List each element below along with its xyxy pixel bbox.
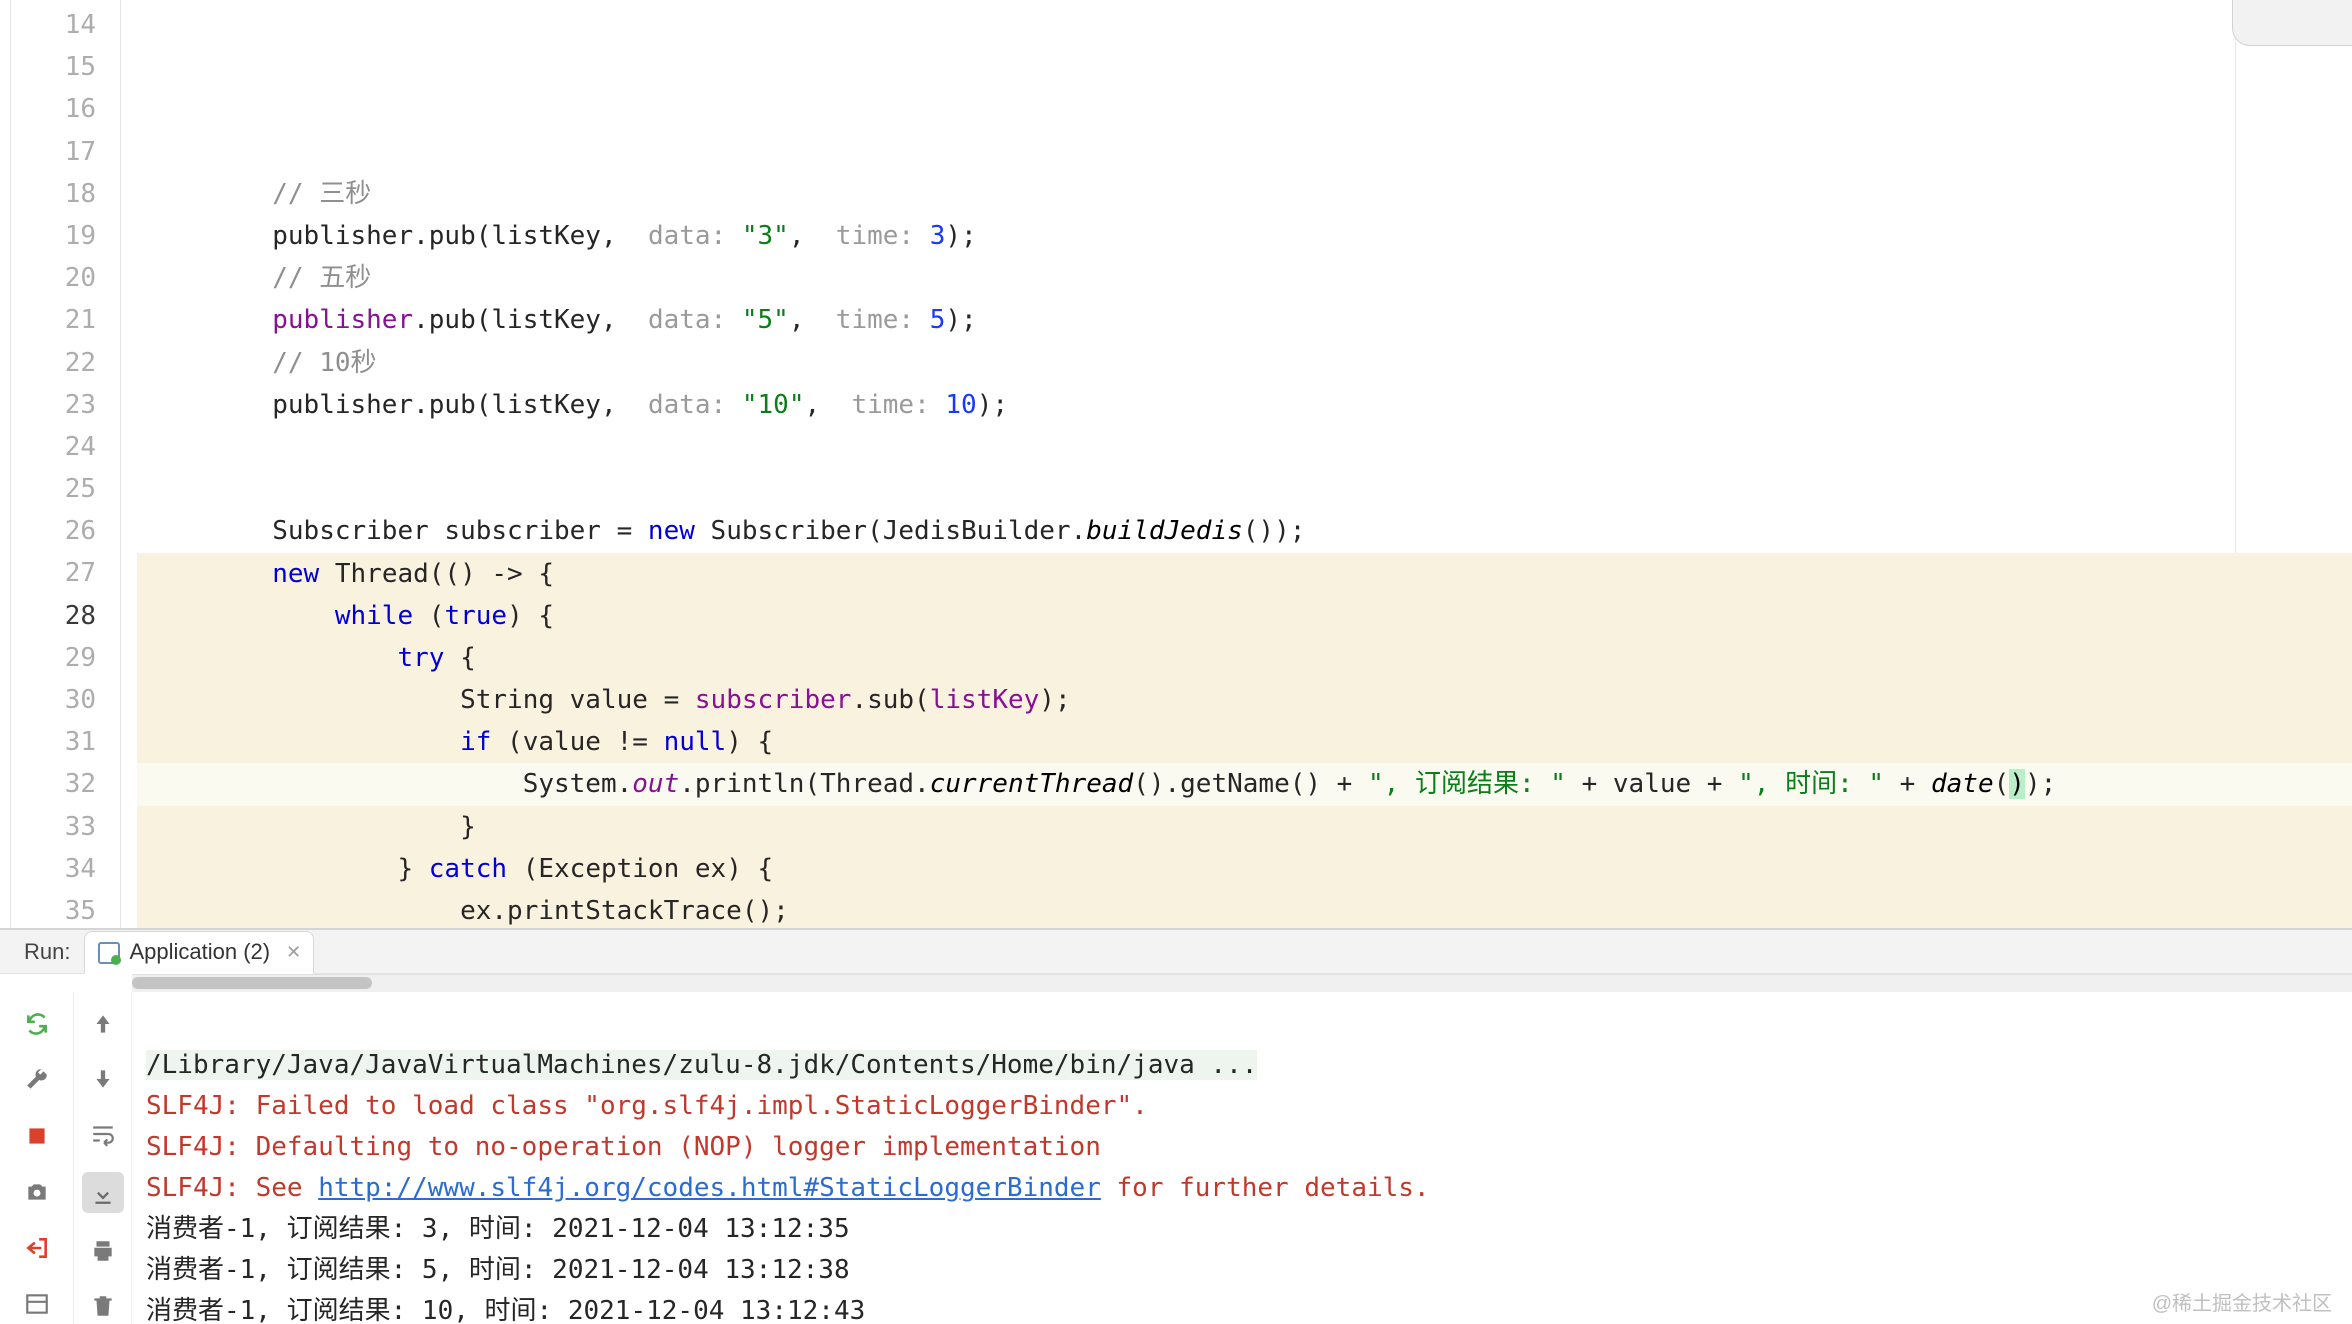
run-secondary-toolbar (74, 992, 132, 1324)
code-line[interactable]: while (true) { (137, 595, 2352, 637)
run-tab-title: Application (2) (129, 939, 270, 965)
console-stderr-line: SLF4J: Defaulting to no-operation (NOP) … (146, 1132, 1101, 1162)
up-arrow-icon[interactable] (85, 1006, 121, 1041)
console-output[interactable]: /Library/Java/JavaVirtualMachines/zulu-8… (132, 992, 2352, 1324)
line-number-gutter[interactable]: 1415161718192021222324252627282930313233… (11, 0, 121, 928)
code-line[interactable]: publisher.pub(listKey, data: "5", time: … (137, 299, 2352, 341)
rerun-icon[interactable] (19, 1006, 55, 1042)
code-line[interactable]: } catch (Exception ex) { (137, 848, 2352, 890)
camera-icon[interactable] (19, 1174, 55, 1210)
application-icon (97, 941, 119, 963)
console-stdout-line: 消费者-1, 订阅结果: 5, 时间: 2021-12-04 13:12:38 (146, 1255, 850, 1285)
console-stdout-line: 消费者-1, 订阅结果: 10, 时间: 2021-12-04 13:12:43 (146, 1296, 865, 1324)
soft-wrap-icon[interactable] (85, 1117, 121, 1152)
stop-icon[interactable] (19, 1118, 55, 1154)
code-line[interactable]: String value = subscriber.sub(listKey); (137, 679, 2352, 721)
fold-gutter[interactable] (121, 0, 137, 928)
code-line[interactable]: publisher.pub(listKey, data: "10", time:… (137, 384, 2352, 426)
layout-icon[interactable] (19, 1286, 55, 1322)
code-line[interactable]: try { (137, 637, 2352, 679)
code-line[interactable]: ex.printStackTrace(); (137, 890, 2352, 928)
code-area[interactable]: // 三秒 publisher.pub(listKey, data: "3", … (137, 0, 2352, 928)
console-command-line: /Library/Java/JavaVirtualMachines/zulu-8… (146, 1050, 1257, 1080)
code-line[interactable]: new Thread(() -> { (137, 553, 2352, 595)
code-line[interactable]: if (value != null) { (137, 721, 2352, 763)
watermark-text: @稀土掘金技术社区 (2152, 1287, 2332, 1316)
code-line[interactable]: // 10秒 (137, 342, 2352, 384)
code-line[interactable] (137, 468, 2352, 510)
run-primary-toolbar (0, 992, 74, 1324)
exit-icon[interactable] (19, 1230, 55, 1266)
down-arrow-icon[interactable] (85, 1061, 121, 1096)
trash-icon[interactable] (85, 1289, 121, 1324)
floating-tool-window-tab[interactable] (2232, 0, 2352, 46)
scrollbar-thumb[interactable] (132, 977, 372, 989)
console-stderr-line: SLF4J: Failed to load class "org.slf4j.i… (146, 1091, 1148, 1121)
print-icon[interactable] (85, 1233, 121, 1268)
run-label: Run: (0, 939, 84, 965)
code-line[interactable]: } (137, 806, 2352, 848)
code-line[interactable]: // 三秒 (137, 173, 2352, 215)
code-line[interactable]: Subscriber subscriber = new Subscriber(J… (137, 510, 2352, 552)
horizontal-scrollbar[interactable] (132, 974, 2352, 992)
code-line[interactable]: // 五秒 (137, 257, 2352, 299)
run-config-tab[interactable]: Application (2) ✕ (84, 931, 314, 974)
code-line[interactable]: System.out.println(Thread.currentThread(… (137, 763, 2352, 805)
run-tool-window: Run: Application (2) ✕ (0, 928, 2352, 1324)
code-line[interactable]: publisher.pub(listKey, data: "3", time: … (137, 215, 2352, 257)
editor-pane: 1415161718192021222324252627282930313233… (0, 0, 2352, 928)
wrench-icon[interactable] (19, 1062, 55, 1098)
console-stdout-line: 消费者-1, 订阅结果: 3, 时间: 2021-12-04 13:12:35 (146, 1214, 850, 1244)
console-stderr-line: SLF4J: See http://www.slf4j.org/codes.ht… (146, 1173, 1430, 1203)
run-header: Run: Application (2) ✕ (0, 930, 2352, 974)
scroll-to-end-icon[interactable] (82, 1172, 124, 1213)
breakpoint-gutter[interactable] (0, 0, 11, 928)
code-line[interactable] (137, 426, 2352, 468)
close-icon[interactable]: ✕ (280, 942, 301, 963)
console-link[interactable]: http://www.slf4j.org/codes.html#StaticLo… (318, 1173, 1101, 1203)
